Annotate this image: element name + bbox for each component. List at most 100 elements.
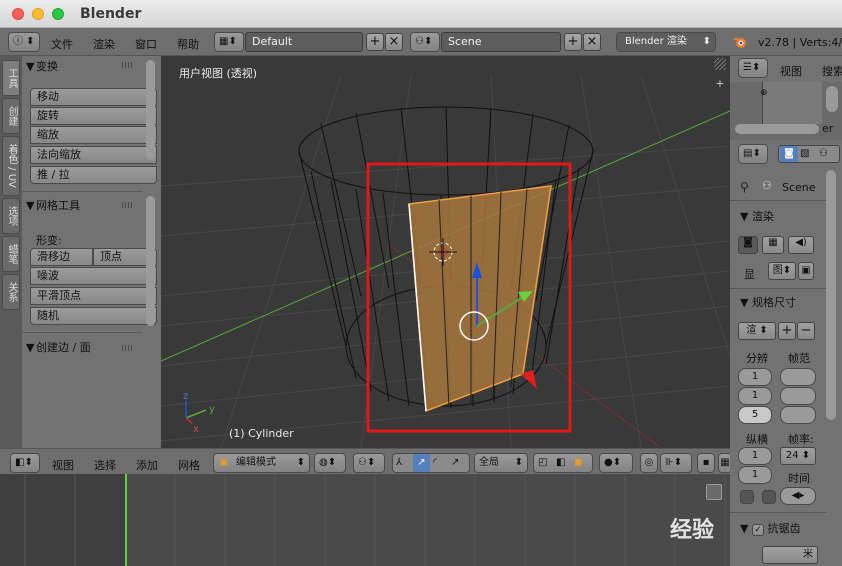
- tab-tools[interactable]: 工具: [2, 60, 20, 96]
- snap-element-dropdown[interactable]: ⊪⬍: [660, 453, 692, 473]
- menu-add[interactable]: 添加: [136, 457, 158, 473]
- antialias-panel-header[interactable]: ▼ ✓ 抗锯齿: [740, 520, 800, 536]
- remove-scene-button[interactable]: ×: [583, 33, 601, 51]
- transform-panel-header[interactable]: ▼ 变换: [26, 58, 58, 76]
- tool-shelf-scrollbar[interactable]: [146, 60, 155, 160]
- tab-options[interactable]: 选项: [2, 198, 20, 234]
- panel-grip-icon[interactable]: [122, 345, 134, 351]
- opengl-render-button[interactable]: ▪: [697, 453, 715, 473]
- render-audio-button[interactable]: ◀): [788, 236, 814, 254]
- outliner-content[interactable]: ⊕ er: [730, 82, 842, 140]
- panel-grip-icon[interactable]: [122, 202, 134, 208]
- timeline-zoom-icon[interactable]: [706, 484, 722, 500]
- tool-shelf-scrollbar-lower[interactable]: [146, 196, 155, 326]
- menu-help[interactable]: 帮助: [177, 36, 199, 52]
- crop-checkbox[interactable]: [762, 490, 776, 504]
- panel-grip-icon[interactable]: [122, 62, 134, 68]
- menu-window[interactable]: 窗口: [135, 36, 157, 52]
- menu-mesh[interactable]: 网格: [178, 457, 200, 473]
- tab-shading-uv[interactable]: 着色 / UV: [2, 136, 20, 196]
- pivot-dropdown[interactable]: ⚇⬍: [353, 453, 385, 473]
- outliner-h-scrollbar[interactable]: [735, 124, 819, 134]
- shading-dropdown[interactable]: ◍⬍: [314, 453, 346, 473]
- outliner-view-menu[interactable]: 视图: [780, 63, 802, 79]
- remove-screen-button[interactable]: ×: [385, 33, 403, 51]
- screen-layout-selector[interactable]: ▦⬍: [214, 32, 244, 52]
- add-screen-button[interactable]: +: [366, 33, 384, 51]
- tree-expand-icon[interactable]: ⊕: [760, 88, 768, 98]
- tab-relations[interactable]: 关系: [2, 274, 20, 310]
- mesh-tools-panel-header[interactable]: ▼ 网格工具: [26, 197, 80, 215]
- antialias-samples-dropdown[interactable]: 米: [762, 546, 818, 564]
- screen-layout-field[interactable]: Default: [245, 32, 363, 52]
- frame-end-field[interactable]: [780, 387, 816, 405]
- render-animation-button[interactable]: ▦: [762, 236, 784, 254]
- noise-button[interactable]: 噪波: [30, 267, 157, 285]
- add-preset-button[interactable]: +: [778, 322, 796, 340]
- border-checkbox[interactable]: [740, 490, 754, 504]
- display-dropdown[interactable]: 图⬍: [768, 262, 796, 280]
- transform-orientation-dropdown[interactable]: 全局 ⬍: [474, 453, 528, 473]
- add-scene-button[interactable]: +: [564, 33, 582, 51]
- face-select-icon[interactable]: ◼: [574, 454, 582, 472]
- frame-rate-dropdown[interactable]: 24 ⬍: [780, 447, 816, 465]
- area-split-corner-icon[interactable]: [714, 58, 726, 70]
- time-remap-field[interactable]: ◀▸: [780, 487, 816, 505]
- scene-context-icon[interactable]: ⚇: [819, 146, 828, 162]
- push-pull-button[interactable]: 推 / 拉: [30, 166, 157, 184]
- move-button[interactable]: 移动: [30, 88, 157, 106]
- outliner-search-menu[interactable]: 搜索: [822, 63, 842, 79]
- render-panel-header[interactable]: ▼ 渲染: [740, 208, 774, 224]
- antialias-checkbox[interactable]: ✓: [751, 524, 764, 536]
- dimensions-panel-header[interactable]: ▼ 规格尺寸: [740, 294, 796, 310]
- aspect-x-field[interactable]: 1: [738, 447, 772, 465]
- manipulator-toggle-icon[interactable]: ⅄: [396, 454, 402, 472]
- aspect-y-field[interactable]: 1: [738, 466, 772, 484]
- shrink-fatten-button[interactable]: 法向缩放: [30, 146, 157, 164]
- lock-interface-button[interactable]: ▣: [798, 262, 814, 280]
- edge-select-icon[interactable]: ◧: [556, 454, 565, 472]
- menu-render[interactable]: 渲染: [93, 36, 115, 52]
- resolution-percent-field[interactable]: 5: [738, 406, 772, 424]
- properties-editor-type[interactable]: ▤⬍: [738, 144, 768, 164]
- render-preset-dropdown[interactable]: 渲 ⬍: [738, 322, 776, 340]
- smooth-vertex-button[interactable]: 平滑顶点: [30, 287, 157, 305]
- select-mode-group[interactable]: ◰ ◧ ◼: [533, 453, 593, 473]
- rotate-manipulator-icon[interactable]: ◜: [433, 454, 437, 472]
- 3d-viewport[interactable]: y z x 用户视图 (透视) (1) Cylinder +: [161, 56, 730, 448]
- menu-view[interactable]: 视图: [52, 457, 74, 473]
- properties-context-tabs[interactable]: ◙ ▧ ⚇: [778, 145, 840, 163]
- snap-toggle[interactable]: ◎: [640, 453, 658, 473]
- resolution-x-field[interactable]: 1: [738, 368, 772, 386]
- scene-field[interactable]: Scene: [441, 32, 561, 52]
- scale-manipulator-icon[interactable]: ↗: [451, 454, 459, 472]
- vertex-select-icon[interactable]: ◰: [538, 454, 547, 472]
- resolution-y-field[interactable]: 1: [738, 387, 772, 405]
- editor-type-button[interactable]: ⓘ ⬍: [8, 32, 40, 52]
- outliner-scrollbar[interactable]: [826, 86, 838, 112]
- tab-grease-pencil[interactable]: 蜡笔: [2, 236, 20, 272]
- render-context-icon[interactable]: ◙: [780, 146, 798, 162]
- minimize-window-button[interactable]: [32, 8, 44, 20]
- frame-step-field[interactable]: [780, 406, 816, 424]
- maximize-window-button[interactable]: [52, 8, 64, 20]
- outliner-editor-type[interactable]: ☰⬍: [738, 58, 768, 78]
- rotate-button[interactable]: 旋转: [30, 107, 157, 125]
- scale-button[interactable]: 缩放: [30, 126, 157, 144]
- render-image-button[interactable]: ◙: [738, 236, 758, 254]
- proportional-edit-dropdown[interactable]: ●⬍: [599, 453, 633, 473]
- manipulator-group[interactable]: ⅄ ↗ ◜ ↗: [392, 453, 470, 473]
- edge-slide-button[interactable]: 滑移边: [30, 248, 93, 266]
- create-edge-face-panel-header[interactable]: ▼ 创建边 / 面: [26, 339, 91, 357]
- scene-selector[interactable]: ⚇⬍: [410, 32, 440, 52]
- properties-scrollbar[interactable]: [826, 170, 836, 420]
- timeline-area[interactable]: [0, 474, 730, 566]
- menu-file[interactable]: 文件: [51, 36, 73, 52]
- remove-preset-button[interactable]: −: [797, 322, 815, 340]
- tab-create[interactable]: 创建: [2, 98, 20, 134]
- menu-select[interactable]: 选择: [94, 457, 116, 473]
- close-window-button[interactable]: [12, 8, 24, 20]
- render-engine-dropdown[interactable]: Blender 渲染 ⬍: [616, 32, 716, 52]
- randomize-button[interactable]: 随机: [30, 307, 157, 325]
- plus-icon[interactable]: +: [714, 78, 726, 90]
